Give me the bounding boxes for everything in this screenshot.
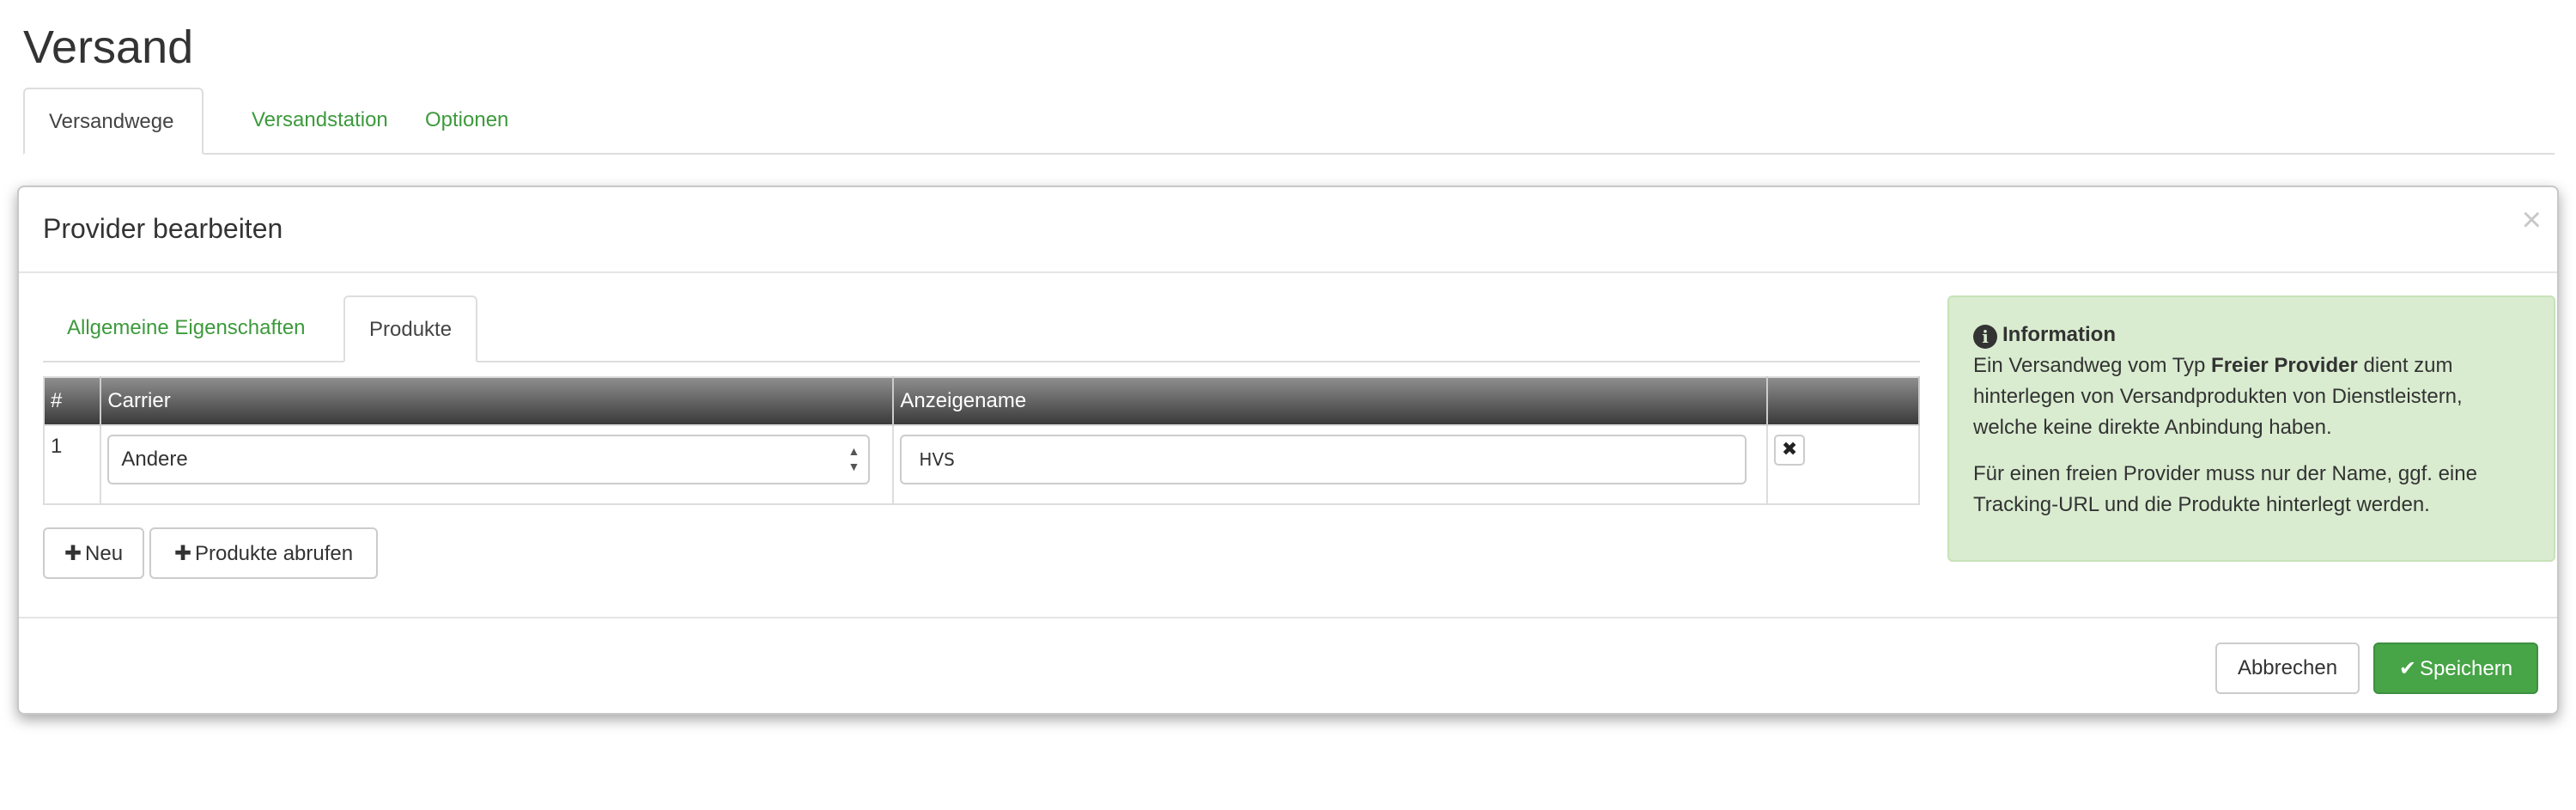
provider-edit-modal: Provider bearbeiten × Allgemeine Eigensc…: [17, 186, 2559, 715]
new-button-label: Neu: [85, 541, 124, 565]
times-icon: ✖: [1781, 439, 1798, 460]
save-button[interactable]: ✔ Speichern: [2373, 643, 2538, 694]
close-icon[interactable]: ×: [2522, 203, 2542, 237]
tab-allgemeine-eigenschaften[interactable]: Allgemeine Eigenschaften: [43, 295, 330, 361]
info-text: Ein Versandweg vom Typ: [1973, 354, 2212, 377]
modal-header: Provider bearbeiten ×: [19, 187, 2557, 273]
display-name-input[interactable]: [900, 435, 1747, 484]
info-text-bold: Freier Provider: [2211, 354, 2358, 377]
save-button-label: Speichern: [2420, 656, 2513, 680]
modal-footer: Abbrechen ✔ Speichern: [19, 617, 2557, 716]
new-button[interactable]: ✚ Neu: [43, 527, 144, 579]
column-header-display-name: Anzeigename: [893, 377, 1769, 425]
fetch-products-label: Produkte abrufen: [194, 541, 354, 565]
cancel-button[interactable]: Abbrechen: [2215, 643, 2360, 694]
products-table: # Carrier Anzeigename 1 Andere ▲ ▼ HVS ✖: [43, 376, 1920, 505]
check-icon: ✔: [2398, 655, 2417, 680]
column-header-actions: [1767, 377, 1920, 425]
info-title: Information: [2002, 323, 2116, 346]
carrier-select-value: Andere: [121, 448, 188, 471]
column-header-carrier: Carrier: [100, 377, 895, 425]
main-tabs: Versandwege Versandstation Optionen: [23, 88, 2555, 155]
modal-tabs: Allgemeine Eigenschaften Produkte: [43, 295, 1920, 362]
page-title: Versand: [23, 21, 194, 73]
actions-cell: ✖: [1767, 424, 1920, 504]
select-arrows-icon: ▲ ▼: [848, 444, 860, 473]
info-circle-icon: i: [1973, 325, 1997, 349]
info-panel: i Information Ein Versandweg vom Typ Frei…: [1947, 295, 2555, 562]
info-heading: i Information: [1973, 320, 2530, 350]
tab-optionen[interactable]: Optionen: [401, 88, 532, 153]
plus-icon: ✚: [64, 540, 82, 565]
info-paragraph-2: Für einen freien Provider muss nur der N…: [1973, 462, 2477, 516]
modal-title: Provider bearbeiten: [43, 213, 283, 244]
fetch-products-button[interactable]: ✚ Produkte abrufen: [149, 527, 378, 579]
remove-row-button[interactable]: ✖: [1774, 435, 1806, 466]
tab-versandwege[interactable]: Versandwege: [23, 88, 204, 155]
table-row: 1 Andere ▲▼ ✖: [44, 424, 1920, 504]
tab-versandstation[interactable]: Versandstation: [228, 88, 412, 153]
column-header-index: #: [44, 377, 102, 425]
row-index: 1: [44, 424, 102, 504]
carrier-select[interactable]: Andere ▲ ▼: [107, 435, 871, 484]
info-paragraph-1: Ein Versandweg vom Typ Freier Provider d…: [1973, 350, 2530, 443]
tab-produkte[interactable]: Produkte: [343, 295, 477, 362]
plus-icon: ✚: [173, 540, 191, 565]
table-header-row: # Carrier Anzeigename: [44, 377, 1920, 425]
display-name-cell: [893, 424, 1769, 504]
carrier-cell: Andere ▲ ▼: [100, 424, 895, 504]
